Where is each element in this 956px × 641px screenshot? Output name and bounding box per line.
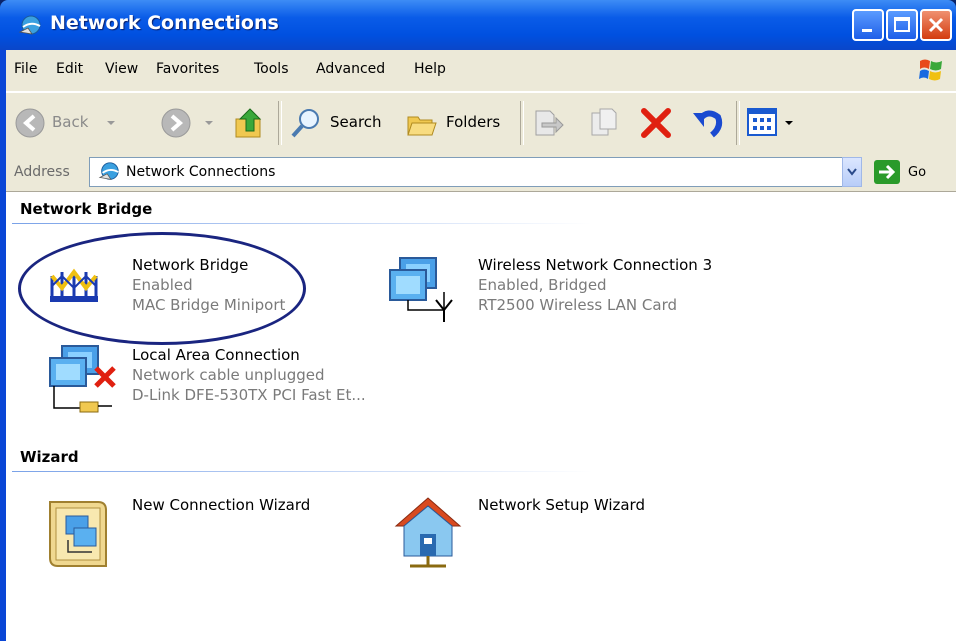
menu-favorites[interactable]: Favorites (156, 61, 219, 77)
chevron-down-icon (205, 121, 213, 125)
forward-button[interactable] (156, 101, 222, 145)
item-name: Network Setup Wizard (478, 496, 645, 514)
group-header-network-bridge: Network Bridge (20, 200, 153, 218)
windows-logo-icon (919, 59, 942, 81)
item-name: Local Area Connection (132, 346, 300, 364)
move-to-icon[interactable] (532, 107, 564, 139)
minimize-icon (862, 29, 872, 32)
address-value: Network Connections (126, 164, 276, 180)
connection-item-wireless[interactable]: Wireless Network Connection 3 Enabled, B… (386, 252, 726, 332)
menu-help[interactable]: Help (414, 61, 446, 77)
search-label: Search (330, 113, 382, 131)
address-dropdown-button[interactable] (842, 157, 862, 187)
go-label[interactable]: Go (908, 165, 926, 180)
connection-item-local-area[interactable]: Local Area Connection Network cable unpl… (36, 342, 396, 422)
network-connections-icon (18, 15, 41, 35)
back-button[interactable]: Back (10, 101, 140, 145)
menu-advanced[interactable]: Advanced (316, 61, 385, 77)
search-button[interactable]: Search (288, 101, 394, 145)
chevron-down-icon (847, 168, 857, 176)
maximize-icon (894, 17, 910, 32)
item-device: D-Link DFE-530TX PCI Fast Et... (132, 386, 366, 404)
folders-button[interactable]: Folders (402, 101, 514, 145)
toolbar-separator (520, 101, 524, 145)
up-button[interactable] (230, 101, 270, 145)
item-status: Network cable unplugged (132, 366, 325, 384)
wizard-item-new-connection[interactable]: New Connection Wizard (36, 492, 336, 572)
item-status: Enabled, Bridged (478, 276, 607, 294)
network-connections-icon (98, 162, 119, 180)
menu-bar: File Edit View Favorites Tools Advanced … (6, 50, 956, 92)
group-header-wizard: Wizard (20, 448, 79, 466)
item-name: New Connection Wizard (132, 496, 311, 514)
forward-arrow-icon (161, 108, 191, 138)
back-label: Back (52, 113, 89, 131)
views-button[interactable] (746, 105, 798, 141)
window-title: Network Connections (50, 12, 279, 34)
item-name: Wireless Network Connection 3 (478, 256, 713, 274)
undo-icon[interactable] (690, 105, 726, 141)
window: Network Connections File Edit View Favor… (0, 0, 956, 641)
toolbar-separator (278, 101, 282, 145)
back-arrow-icon (15, 108, 45, 138)
close-button[interactable] (920, 9, 952, 41)
new-connection-wizard-icon (49, 501, 107, 567)
lan-connection-icon (49, 345, 116, 413)
group-divider (12, 471, 592, 472)
go-button[interactable] (874, 160, 900, 184)
go-arrow-icon (879, 164, 896, 180)
wireless-connection-icon (389, 257, 453, 322)
address-label: Address (14, 164, 70, 180)
menu-view[interactable]: View (105, 61, 138, 77)
title-bar[interactable]: Network Connections (0, 0, 956, 50)
client-area: File Edit View Favorites Tools Advanced … (6, 50, 956, 641)
group-divider (12, 223, 592, 224)
address-input[interactable]: Network Connections (89, 157, 843, 187)
maximize-button[interactable] (886, 9, 918, 41)
menu-tools[interactable]: Tools (254, 61, 289, 77)
network-setup-wizard-icon (394, 497, 462, 568)
chevron-down-icon (785, 121, 793, 125)
toolbar-separator (736, 101, 740, 145)
close-icon (928, 17, 944, 33)
toolbar: Back Search Folders (6, 92, 956, 154)
highlight-ellipse (18, 232, 306, 345)
folders-icon (407, 116, 437, 136)
menu-file[interactable]: File (14, 61, 37, 77)
delete-icon[interactable] (638, 105, 674, 141)
address-bar: Address Network Connections Go (6, 153, 956, 192)
folder-up-icon (235, 108, 262, 138)
search-icon (291, 109, 319, 138)
folders-label: Folders (446, 113, 501, 131)
menu-edit[interactable]: Edit (56, 61, 83, 77)
chevron-down-icon (107, 121, 115, 125)
item-device: RT2500 Wireless LAN Card (478, 296, 678, 314)
wizard-item-network-setup[interactable]: Network Setup Wizard (386, 492, 706, 572)
views-icon (747, 108, 777, 136)
copy-to-icon[interactable] (588, 107, 620, 139)
minimize-button[interactable] (852, 9, 884, 41)
